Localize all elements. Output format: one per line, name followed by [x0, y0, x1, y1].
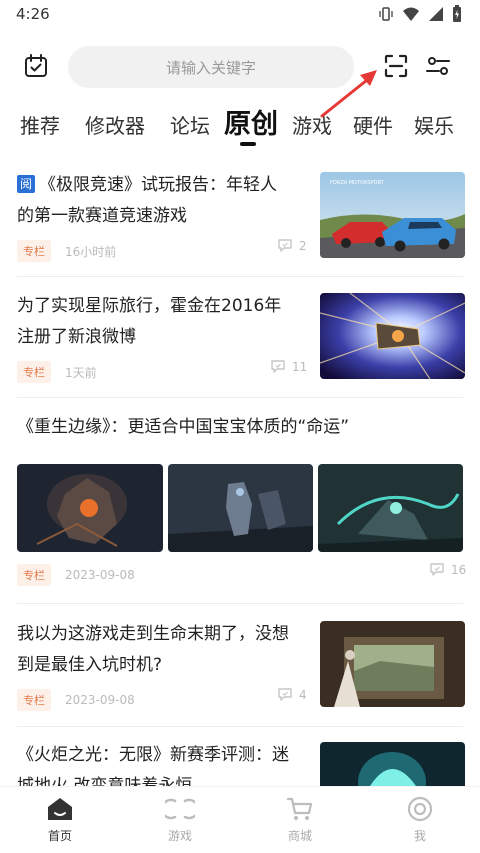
- divider: [17, 603, 463, 604]
- status-bar: 4:26: [0, 0, 480, 28]
- signal-icon: [429, 7, 443, 21]
- vibrate-icon: [379, 7, 393, 21]
- search-input[interactable]: 请输入关键字: [68, 46, 354, 88]
- article-thumbnail: [168, 464, 313, 552]
- publish-time: 16小时前: [65, 244, 117, 259]
- comment-count: 11: [270, 359, 307, 374]
- article-item[interactable]: 《重生边缘》：更适合中国宝宝体质的“命运” 专栏 2023-09-08 16: [0, 410, 480, 600]
- category-tag: 专栏: [17, 361, 51, 383]
- article-title: 《火炬之光：无限》新赛季评测：迷 城地火 改变意味着永恒: [17, 745, 289, 786]
- article-meta: 专栏 1天前: [17, 361, 97, 383]
- divider: [17, 726, 463, 727]
- read-badge: 阅: [17, 175, 35, 193]
- nav-mall[interactable]: 商城: [260, 795, 340, 844]
- home-icon: [48, 798, 72, 820]
- comment-count: 16: [429, 562, 466, 577]
- search-placeholder: 请输入关键字: [165, 58, 256, 77]
- article-meta: 专栏 2023-09-08: [17, 564, 135, 586]
- article-thumbnail: [320, 293, 465, 379]
- article-thumbnail: [318, 464, 463, 552]
- tab-games[interactable]: 游戏: [292, 110, 332, 139]
- category-tag: 专栏: [17, 689, 51, 711]
- divider: [17, 397, 463, 398]
- tab-entertainment[interactable]: 娱乐: [414, 110, 454, 139]
- article-item[interactable]: 《火炬之光：无限》新赛季评测：迷 城地火 改变意味着永恒: [0, 738, 480, 786]
- article-thumbnail: [17, 464, 163, 552]
- nav-home[interactable]: 首页: [20, 795, 100, 844]
- publish-time: 2023-09-08: [65, 568, 135, 582]
- tab-forum[interactable]: 论坛: [170, 110, 210, 139]
- calendar-check-icon[interactable]: [22, 52, 50, 80]
- nav-me[interactable]: 我: [380, 795, 460, 844]
- article-title: 阅《极限竞速》试玩报告：年轻人 的第一款赛道竞速游戏: [17, 175, 277, 226]
- comment-count: 4: [277, 687, 307, 702]
- wifi-icon: [403, 7, 419, 21]
- comment-icon: [278, 239, 292, 252]
- publish-time: 2023-09-08: [65, 693, 135, 707]
- battery-icon: [453, 5, 461, 22]
- article-title: 《重生边缘》：更适合中国宝宝体质的“命运”: [17, 417, 350, 437]
- profile-icon: [407, 796, 433, 822]
- comment-count: 2: [277, 238, 307, 253]
- divider: [17, 276, 463, 277]
- category-tag: 专栏: [17, 240, 51, 262]
- tab-original[interactable]: 原创: [224, 102, 278, 141]
- bottom-nav: 首页 游戏 商城 我: [0, 786, 480, 853]
- article-title: 为了实现星际旅行，霍金在2016年 注册了新浪微博: [17, 296, 282, 347]
- comment-icon: [278, 688, 292, 701]
- comment-icon: [430, 563, 444, 576]
- article-thumbnail: [320, 621, 465, 707]
- nav-games[interactable]: 游戏: [140, 795, 220, 844]
- comment-icon: [271, 360, 285, 373]
- filter-settings-icon[interactable]: [424, 52, 452, 80]
- article-meta: 专栏 2023-09-08: [17, 689, 135, 711]
- article-meta: 专栏 16小时前: [17, 240, 116, 262]
- top-bar: 请输入关键字: [0, 44, 480, 90]
- article-item[interactable]: 我以为这游戏走到生命末期了，没想 到是最佳入坑时机? 专栏 2023-09-08…: [0, 617, 480, 725]
- tab-hardware[interactable]: 硬件: [353, 110, 393, 139]
- article-item[interactable]: 为了实现星际旅行，霍金在2016年 注册了新浪微博 专栏 1天前 11: [0, 289, 480, 397]
- article-thumbnail: [320, 742, 465, 786]
- status-time: 4:26: [16, 5, 50, 23]
- cart-icon: [286, 797, 313, 820]
- publish-time: 1天前: [65, 365, 97, 380]
- game-icon: [165, 798, 195, 820]
- category-tag: 专栏: [17, 564, 51, 586]
- article-thumbnail: FORZA MOTORSPORT: [320, 172, 465, 258]
- tab-modifier[interactable]: 修改器: [85, 110, 145, 139]
- article-item[interactable]: 阅《极限竞速》试玩报告：年轻人 的第一款赛道竞速游戏 FORZA MOTORSP…: [0, 168, 480, 276]
- scan-icon[interactable]: [382, 52, 410, 80]
- article-title: 我以为这游戏走到生命末期了，没想 到是最佳入坑时机?: [17, 624, 289, 675]
- active-tab-indicator: [240, 142, 256, 146]
- tab-recommend[interactable]: 推荐: [20, 110, 60, 139]
- forza-logo: FORZA MOTORSPORT: [330, 180, 385, 186]
